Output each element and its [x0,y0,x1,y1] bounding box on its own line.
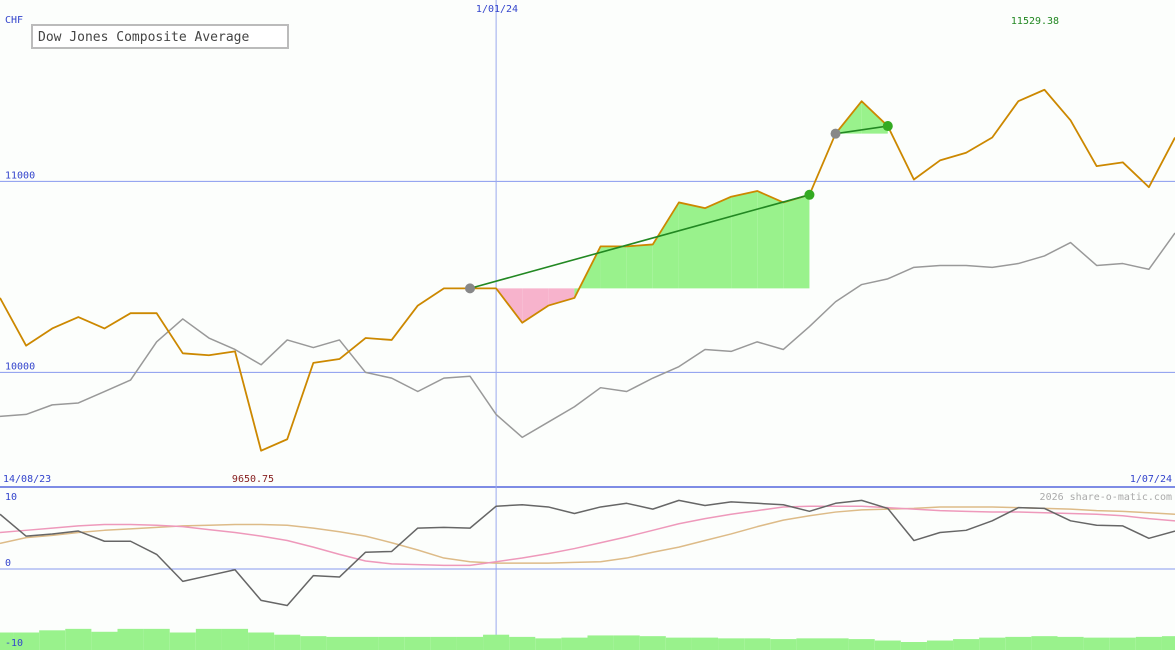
indicator-bar [65,628,92,650]
indicator-bar [874,640,901,650]
indicator-bar [352,636,379,650]
chart-title: Dow Jones Composite Average [38,30,249,45]
indicator-bar [248,632,275,650]
end-date-label: 1/07/24 [1130,474,1172,485]
indicator-bar [300,636,327,650]
indicator-bar [718,638,745,650]
indicator-bar [195,628,222,650]
gain-area [731,190,758,289]
trend-start-marker [830,128,841,139]
indicator-bar [535,638,562,650]
gain-area [600,246,627,289]
y-tick-label-10000: 10000 [5,361,35,372]
indicator-bar [848,639,875,650]
indicator-bar [221,628,249,650]
start-date-label: 14/08/23 [3,474,51,485]
indicator-bar [639,636,666,650]
indicator-bar [39,630,66,650]
top-date-label: 1/01/24 [476,4,518,15]
indicator-bar [926,640,954,650]
trend-end-marker [882,121,893,132]
gain-area [783,194,810,289]
indicator-bar [430,636,457,650]
currency-label: CHF [5,15,23,26]
chart-root: Dow Jones Composite Average CHF 1/01/24 … [0,0,1175,650]
indicator-bar [326,636,353,650]
indicator-bar [613,635,640,650]
indicator-bar [456,636,484,650]
indicator-bar [169,632,196,650]
indicator-bar [509,636,536,650]
trend-start-marker [465,283,475,294]
indicator-tick-label-0: 0 [5,558,11,569]
watermark: 2026 share-o-matic.com [1040,492,1172,503]
indicator-bar [404,636,431,650]
indicator-bar [143,628,170,650]
indicator-bar [1083,637,1110,650]
indicator-bar [796,638,823,650]
indicator-bar [483,634,510,650]
indicator-bar [1005,636,1032,650]
gain-area [705,196,732,289]
indicator-bar [900,642,927,650]
indicator-bar [1135,636,1162,650]
indicator-bar [770,639,797,650]
low-value-label: 9650.75 [232,474,274,485]
gain-area [678,202,705,289]
indicator-bar [979,637,1006,650]
indicator-bar [587,635,614,650]
high-value-label: 11529.38 [1011,16,1059,27]
indicator-bar [117,628,144,650]
indicator-bar [1057,636,1084,650]
indicator-bar [1031,636,1058,650]
indicator-bar [953,639,980,650]
gain-area [626,244,653,289]
indicator-bar [665,637,692,650]
indicator-bar [744,638,771,650]
indicator-tick-label-10: 10 [5,492,17,503]
trend-end-marker [804,189,815,200]
indicator-bar [691,637,719,650]
indicator-bar [378,636,405,650]
indicator-tick-label-minus-10: -10 [5,638,23,649]
indicator-bar [822,638,849,650]
indicator-bar [1161,636,1175,650]
indicator-bar [91,631,118,650]
indicator-bar [274,634,301,650]
y-tick-label-11000: 11000 [5,170,35,181]
indicator-bar [561,637,588,650]
indicator-bar [1109,637,1136,650]
